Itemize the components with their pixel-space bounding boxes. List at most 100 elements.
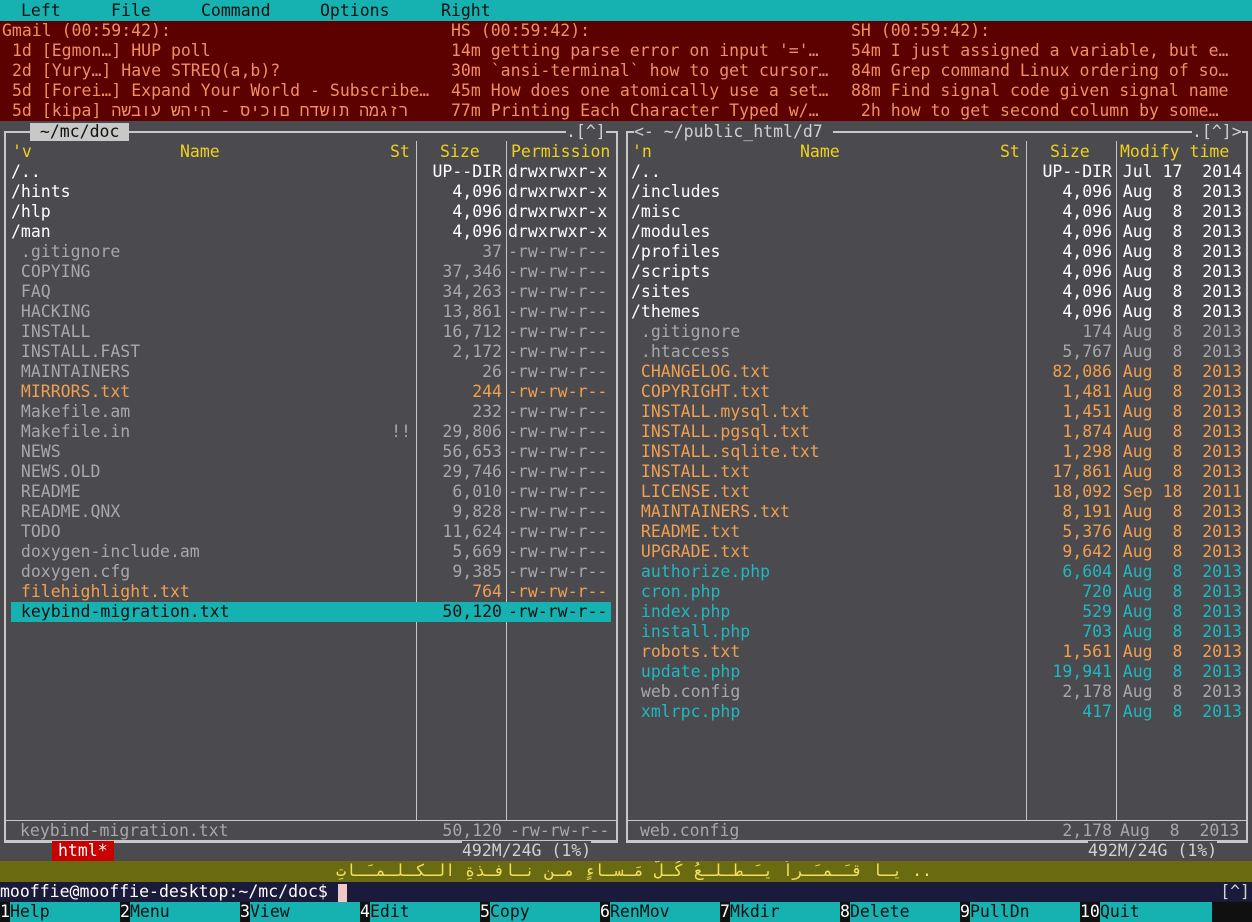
- menu-left[interactable]: Left: [21, 1, 61, 21]
- menu-right[interactable]: Right: [441, 1, 491, 21]
- file-row[interactable]: README.QNX 9,828 -rw-rw-r--: [11, 502, 611, 522]
- disk-free: 492M/24G (1%): [1088, 841, 1218, 861]
- file-row[interactable]: INSTALL 16,712 -rw-rw-r--: [11, 322, 611, 342]
- fkey-quit[interactable]: 10 Quit: [1080, 902, 1212, 922]
- file-row[interactable]: /sites 4,096 Aug 8 2013: [631, 282, 1243, 302]
- file-row[interactable]: NEWS 56,653 -rw-rw-r--: [11, 442, 611, 462]
- file-row[interactable]: CHANGELOG.txt 82,086 Aug 8 2013: [631, 362, 1243, 382]
- sort-indicator[interactable]: 'v: [12, 142, 32, 162]
- file-row[interactable]: COPYING 37,346 -rw-rw-r--: [11, 262, 611, 282]
- file-row[interactable]: FAQ 34,263 -rw-rw-r--: [11, 282, 611, 302]
- file-row[interactable]: /themes 4,096 Aug 8 2013: [631, 302, 1243, 322]
- fkey-mkdir[interactable]: 7 Mkdir: [720, 902, 840, 922]
- file-row[interactable]: README 6,010 -rw-rw-r--: [11, 482, 611, 502]
- header-size[interactable]: Size: [1050, 142, 1090, 162]
- file-row[interactable]: install.php 703 Aug 8 2013: [631, 622, 1243, 642]
- file-row[interactable]: HACKING 13,861 -rw-rw-r--: [11, 302, 611, 322]
- fkey-help[interactable]: 1 Help: [0, 902, 120, 922]
- file-row[interactable]: /misc 4,096 Aug 8 2013: [631, 202, 1243, 222]
- file-row[interactable]: Makefile.am 232 -rw-rw-r--: [11, 402, 611, 422]
- news-item[interactable]: 88m Find signal code given signal name: [851, 81, 1251, 101]
- news-item[interactable]: 5d [Forei…] Expand Your World - Subscrib…: [2, 81, 442, 101]
- file-row[interactable]: INSTALL.pgsql.txt 1,874 Aug 8 2013: [631, 422, 1243, 442]
- file-row[interactable]: /scripts 4,096 Aug 8 2013: [631, 262, 1243, 282]
- fkey-renmov[interactable]: 6 RenMov: [600, 902, 720, 922]
- file-row[interactable]: Makefile.in!! 29,806 -rw-rw-r--: [11, 422, 611, 442]
- file-row[interactable]: cron.php 720 Aug 8 2013: [631, 582, 1243, 602]
- file-modify-time: Aug 8 2013: [1122, 362, 1242, 381]
- command-history-button[interactable]: [^]: [1220, 882, 1250, 902]
- fkey-edit[interactable]: 4 Edit: [360, 902, 480, 922]
- header-name[interactable]: Name: [180, 142, 220, 162]
- file-row[interactable]: /includes 4,096 Aug 8 2013: [631, 182, 1243, 202]
- left-panel[interactable]: ~/mc/doc .[^] 'v Name St Size Permission…: [0, 121, 626, 861]
- file-row[interactable]: .gitignore 37 -rw-rw-r--: [11, 242, 611, 262]
- file-row[interactable]: /.. UP--DIR drwxrwxr-x: [11, 162, 611, 182]
- news-item[interactable]: 45m How does one atomically use a set…: [451, 81, 843, 101]
- menu-command[interactable]: Command: [201, 1, 271, 21]
- file-row[interactable]: UPGRADE.txt 9,642 Aug 8 2013: [631, 542, 1243, 562]
- news-item[interactable]: 2d [Yury…] Have STREQ(a,b)?: [2, 61, 442, 81]
- file-row[interactable]: INSTALL.txt 17,861 Aug 8 2013: [631, 462, 1243, 482]
- file-row[interactable]: MAINTAINERS 26 -rw-rw-r--: [11, 362, 611, 382]
- file-row[interactable]: /modules 4,096 Aug 8 2013: [631, 222, 1243, 242]
- news-item[interactable]: 84m Grep command Linux ordering of so…: [851, 61, 1251, 81]
- panel-history-button[interactable]: .[^]: [566, 123, 606, 141]
- header-name[interactable]: Name: [800, 142, 840, 162]
- file-row[interactable]: TODO 11,624 -rw-rw-r--: [11, 522, 611, 542]
- panel-history-button[interactable]: .[^]>: [1192, 123, 1242, 141]
- file-row[interactable]: filehighlight.txt 764 -rw-rw-r--: [11, 582, 611, 602]
- file-row[interactable]: doxygen.cfg 9,385 -rw-rw-r--: [11, 562, 611, 582]
- menu-file[interactable]: File: [111, 1, 151, 21]
- file-row[interactable]: authorize.php 6,604 Aug 8 2013: [631, 562, 1243, 582]
- fkey-view[interactable]: 3 View: [240, 902, 360, 922]
- file-row[interactable]: INSTALL.FAST 2,172 -rw-rw-r--: [11, 342, 611, 362]
- file-row-selected[interactable]: keybind-migration.txt 50,120 -rw-rw-r--: [11, 602, 611, 622]
- news-item[interactable]: 5d [kipa] רזגמה תושדח םוכיס - היהש עובשה: [2, 101, 442, 121]
- news-item[interactable]: 1d [Egmon…] HUP poll: [2, 41, 442, 61]
- file-row[interactable]: /man 4,096 drwxrwxr-x: [11, 222, 611, 242]
- file-row[interactable]: xmlrpc.php 417 Aug 8 2013: [631, 702, 1243, 722]
- fkey-pulldn[interactable]: 9 PullDn: [960, 902, 1080, 922]
- file-permission: -rw-rw-r--: [508, 582, 608, 601]
- header-status[interactable]: St: [390, 142, 410, 162]
- header-status[interactable]: St: [1000, 142, 1020, 162]
- news-item[interactable]: 14m getting parse error on input '='…: [451, 41, 843, 61]
- news-item[interactable]: 30m `ansi-terminal` how to get cursor…: [451, 61, 843, 81]
- menu-options[interactable]: Options: [320, 1, 390, 21]
- file-row[interactable]: NEWS.OLD 29,746 -rw-rw-r--: [11, 462, 611, 482]
- file-row[interactable]: INSTALL.sqlite.txt 1,298 Aug 8 2013: [631, 442, 1243, 462]
- header-size[interactable]: Size: [440, 142, 480, 162]
- file-row[interactable]: .htaccess 5,767 Aug 8 2013: [631, 342, 1243, 362]
- header-modify-time[interactable]: Modify time: [1120, 142, 1229, 162]
- news-item[interactable]: 54m I just assigned a variable, but e…: [851, 41, 1251, 61]
- file-row[interactable]: index.php 529 Aug 8 2013: [631, 602, 1243, 622]
- panel-path[interactable]: ~/mc/doc: [30, 123, 130, 141]
- file-row[interactable]: update.php 19,941 Aug 8 2013: [631, 662, 1243, 682]
- file-row[interactable]: MAINTAINERS.txt 8,191 Aug 8 2013: [631, 502, 1243, 522]
- file-row[interactable]: README.txt 5,376 Aug 8 2013: [631, 522, 1243, 542]
- file-row[interactable]: web.config 2,178 Aug 8 2013: [631, 682, 1243, 702]
- command-line[interactable]: mooffie@mooffie-desktop:~/mc/doc$ [^]: [0, 882, 1252, 902]
- file-row[interactable]: INSTALL.mysql.txt 1,451 Aug 8 2013: [631, 402, 1243, 422]
- file-row[interactable]: LICENSE.txt 18,092 Sep 18 2011: [631, 482, 1243, 502]
- file-row[interactable]: COPYRIGHT.txt 1,481 Aug 8 2013: [631, 382, 1243, 402]
- fkey-delete[interactable]: 8 Delete: [840, 902, 960, 922]
- fkey-copy[interactable]: 5 Copy: [480, 902, 600, 922]
- header-permission[interactable]: Permission: [511, 142, 610, 162]
- file-row[interactable]: doxygen-include.am 5,669 -rw-rw-r--: [11, 542, 611, 562]
- file-row[interactable]: MIRRORS.txt 244 -rw-rw-r--: [11, 382, 611, 402]
- right-panel[interactable]: <- ~/public_html/d7 .[^]> 'n Name St Siz…: [626, 121, 1252, 861]
- file-row[interactable]: robots.txt 1,561 Aug 8 2013: [631, 642, 1243, 662]
- news-item[interactable]: 77m Printing Each Character Typed w/…: [451, 101, 843, 121]
- file-row[interactable]: .gitignore 174 Aug 8 2013: [631, 322, 1243, 342]
- news-item[interactable]: 2h how to get second column by some…: [851, 101, 1251, 121]
- file-row[interactable]: /.. UP--DIR Jul 17 2014: [631, 162, 1243, 182]
- panel-path[interactable]: <- ~/public_html/d7: [634, 123, 833, 141]
- file-row[interactable]: /hlp 4,096 drwxrwxr-x: [11, 202, 611, 222]
- panel-tag[interactable]: html*: [52, 841, 114, 861]
- file-row[interactable]: /profiles 4,096 Aug 8 2013: [631, 242, 1243, 262]
- fkey-menu[interactable]: 2 Menu: [120, 902, 240, 922]
- sort-indicator[interactable]: 'n: [632, 142, 652, 162]
- file-row[interactable]: /hints 4,096 drwxrwxr-x: [11, 182, 611, 202]
